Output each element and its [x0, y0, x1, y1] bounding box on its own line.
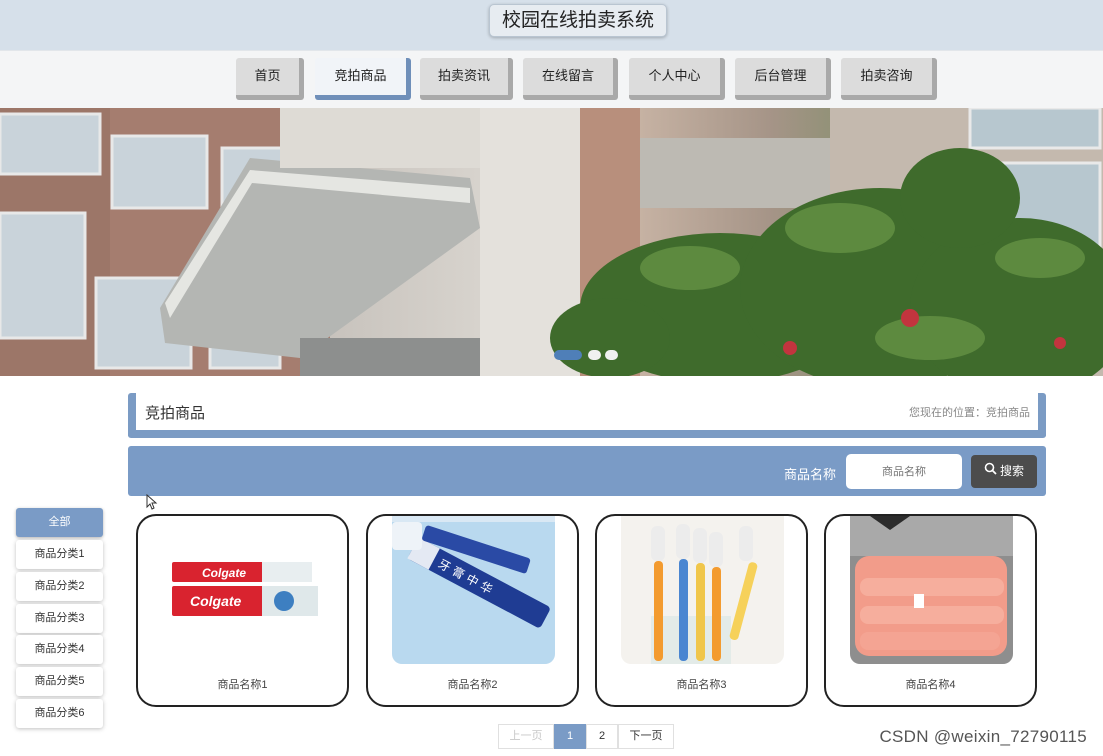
carousel-dot-3[interactable] [605, 350, 618, 360]
product-card[interactable]: Colgate Colgate 商品名称1 [136, 514, 349, 707]
page-1-button[interactable]: 1 [554, 724, 586, 749]
product-image-toothbrushes [621, 516, 784, 664]
nav-admin[interactable]: 后台管理 [735, 58, 831, 100]
product-name: 商品名称3 [676, 679, 727, 691]
search-input[interactable] [846, 454, 962, 489]
header-bar: 校园在线拍卖系统 [0, 0, 1103, 50]
product-image-quilt [850, 516, 1013, 664]
next-page-button[interactable]: 下一页 [618, 724, 674, 749]
search-button-label: 搜索 [999, 464, 1024, 478]
category-5[interactable]: 商品分类5 [16, 667, 103, 696]
nav-messages[interactable]: 在线留言 [523, 58, 618, 100]
mouse-cursor-icon [146, 493, 158, 515]
site-title: 校园在线拍卖系统 [489, 4, 667, 37]
main-nav: 首页 竞拍商品 拍卖资讯 在线留言 个人中心 后台管理 拍卖咨询 [0, 50, 1103, 108]
product-image-blue-toothpaste: 牙 膏 中 华 [392, 516, 555, 664]
breadcrumb: 您现在的位置：竞拍商品 [909, 407, 1030, 419]
svg-text:Colgate: Colgate [190, 593, 242, 609]
product-card[interactable]: 商品名称3 [595, 514, 808, 707]
svg-text:Colgate: Colgate [202, 566, 246, 580]
product-name: 商品名称4 [905, 679, 956, 691]
nav-consult[interactable]: 拍卖咨询 [841, 58, 937, 100]
search-icon [984, 455, 997, 488]
category-4[interactable]: 商品分类4 [16, 635, 103, 664]
page-2-button[interactable]: 2 [586, 724, 618, 749]
nav-user-center[interactable]: 个人中心 [629, 58, 725, 100]
category-all[interactable]: 全部 [16, 508, 103, 537]
product-card[interactable]: 商品名称4 [824, 514, 1037, 707]
category-1[interactable]: 商品分类1 [16, 540, 103, 569]
product-image-toothpaste: Colgate Colgate [162, 516, 325, 664]
category-6[interactable]: 商品分类6 [16, 699, 103, 728]
section-header: 竞拍商品 您现在的位置：竞拍商品 [128, 393, 1046, 438]
section-title: 竞拍商品 [145, 405, 206, 422]
search-bar: 商品名称 搜索 [128, 446, 1046, 496]
carousel-dot-2[interactable] [588, 350, 601, 360]
search-label: 商品名称 [783, 467, 836, 482]
nav-auction-goods[interactable]: 竞拍商品 [315, 58, 411, 100]
search-button[interactable]: 搜索 [971, 455, 1037, 488]
product-name: 商品名称1 [217, 679, 268, 691]
prev-page-button[interactable]: 上一页 [498, 724, 554, 749]
banner-image [0, 108, 1103, 376]
category-2[interactable]: 商品分类2 [16, 572, 103, 601]
carousel-dot-1[interactable] [554, 350, 582, 360]
watermark: CSDN @weixin_72790115 [879, 727, 1087, 746]
banner-carousel[interactable] [0, 108, 1103, 376]
nav-home[interactable]: 首页 [236, 58, 304, 100]
category-3[interactable]: 商品分类3 [16, 604, 103, 633]
product-card[interactable]: 牙 膏 中 华 商品名称2 [366, 514, 579, 707]
product-name: 商品名称2 [447, 679, 498, 691]
nav-auction-news[interactable]: 拍卖资讯 [420, 58, 513, 100]
